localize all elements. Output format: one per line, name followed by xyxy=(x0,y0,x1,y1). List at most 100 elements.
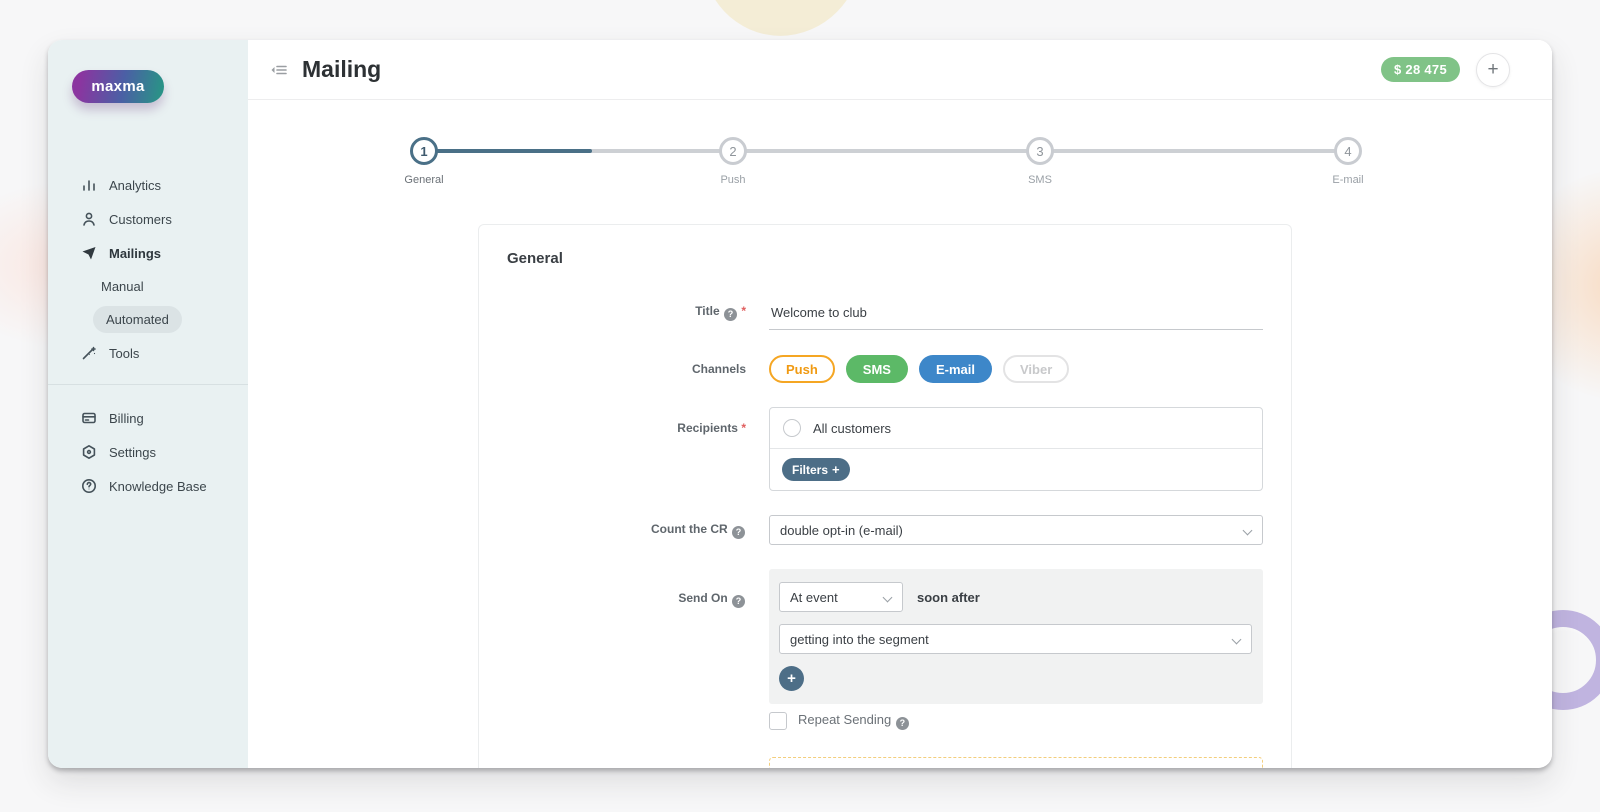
maxma-logo[interactable]: maxma xyxy=(72,70,164,103)
send-on-event-row: At event soon after xyxy=(779,582,1252,612)
sidebar-item-automated[interactable]: Automated xyxy=(48,302,248,336)
channel-sms[interactable]: SMS xyxy=(845,355,908,383)
sidebar-item-label: Manual xyxy=(101,278,144,294)
step-1-general[interactable]: 1 xyxy=(410,137,438,165)
title-control xyxy=(769,304,1263,330)
send-on-panel: At event soon after getting into the seg… xyxy=(769,569,1263,704)
help-icon[interactable] xyxy=(732,526,745,539)
paper-plane-icon xyxy=(80,245,97,262)
add-condition-button[interactable]: + xyxy=(779,666,804,691)
send-on-suffix: soon after xyxy=(917,589,980,605)
chevron-down-icon xyxy=(882,592,893,603)
repeat-row: Repeat Sending xyxy=(507,712,1263,730)
recipients-row: Recipients * All customers Filters + xyxy=(507,407,1263,491)
event-type-select[interactable]: At event xyxy=(779,582,903,612)
all-customers-radio[interactable] xyxy=(783,419,801,437)
sidebar-item-knowledge-base[interactable]: Knowledge Base xyxy=(48,469,248,503)
app-window: maxma Analytics Customers Mailings Manua… xyxy=(48,40,1552,768)
logo-text: maxma xyxy=(91,78,145,95)
main-area: Mailing $ 28 475 + 1 General 2 Push 3 SM… xyxy=(248,40,1552,768)
sidebar-item-label: Mailings xyxy=(109,245,162,261)
sidebar-item-analytics[interactable]: Analytics xyxy=(48,168,248,202)
repeat-sending-label: Repeat Sending xyxy=(798,712,910,730)
step-2-push[interactable]: 2 xyxy=(719,137,747,165)
sidebar-item-label: Knowledge Base xyxy=(109,478,207,494)
sidebar-divider xyxy=(48,384,248,385)
wizard-stepper: 1 General 2 Push 3 SMS 4 E-mail xyxy=(248,100,1552,200)
repeat-sending-checkbox[interactable] xyxy=(769,712,787,730)
content-area: 1 General 2 Push 3 SMS 4 E-mail General … xyxy=(248,100,1552,768)
channel-viber[interactable]: Viber xyxy=(1002,355,1070,383)
page-header: Mailing $ 28 475 + xyxy=(248,40,1552,100)
plus-icon: + xyxy=(832,462,840,477)
send-on-control: At event soon after getting into the seg… xyxy=(769,569,1263,704)
sidebar-item-label: Analytics xyxy=(109,177,162,193)
card-title: General xyxy=(507,250,563,267)
repeat-control: Repeat Sending xyxy=(769,712,1263,730)
sidebar-item-tools[interactable]: Tools xyxy=(48,336,248,370)
sidebar-nav: Analytics Customers Mailings Manual Auto… xyxy=(48,168,248,503)
sidebar-item-label: Automated xyxy=(93,305,182,333)
count-cr-label: Count the CR xyxy=(507,521,746,539)
help-icon[interactable] xyxy=(723,308,737,321)
sidebar-item-label: Billing xyxy=(109,410,144,426)
credit-card-icon xyxy=(80,410,97,427)
sidebar-item-label: Customers xyxy=(109,211,172,227)
step-1-label: General xyxy=(404,174,444,186)
required-marker: * xyxy=(741,421,746,435)
magic-wand-icon xyxy=(80,345,97,362)
recipients-box: All customers Filters + xyxy=(769,407,1263,491)
count-cr-control: double opt-in (e-mail) xyxy=(769,515,1263,545)
sidebar: maxma Analytics Customers Mailings Manua… xyxy=(48,40,248,768)
help-icon[interactable] xyxy=(732,595,745,608)
add-button[interactable]: + xyxy=(1476,52,1510,87)
count-cr-row: Count the CR double opt-in (e-mail) xyxy=(507,515,1263,545)
balance-badge[interactable]: $ 28 475 xyxy=(1380,57,1460,82)
filters-button[interactable]: Filters + xyxy=(782,458,850,481)
gear-icon xyxy=(80,444,97,461)
step-3-sms[interactable]: 3 xyxy=(1026,137,1054,165)
all-customers-label: All customers xyxy=(813,420,892,436)
general-form-card: General Title * Channels xyxy=(478,224,1292,768)
required-marker: * xyxy=(741,304,746,318)
step-4-email[interactable]: 4 xyxy=(1334,137,1362,165)
recipients-label: Recipients * xyxy=(677,421,746,435)
page-title: Mailing xyxy=(302,56,382,82)
header-actions: $ 28 475 + xyxy=(1380,52,1510,87)
channels-row: Channels Push SMS E-mail Viber xyxy=(507,355,1263,383)
chevron-down-icon xyxy=(1242,525,1253,536)
add-reward-button[interactable]: + Add New xyxy=(769,757,1263,768)
send-on-row: Send On At event soon after xyxy=(507,569,1263,704)
question-icon xyxy=(80,478,97,495)
sidebar-item-label: Tools xyxy=(109,345,140,361)
channel-push[interactable]: Push xyxy=(769,355,835,383)
title-label: Title * xyxy=(507,303,746,330)
sidebar-item-customers[interactable]: Customers xyxy=(48,202,248,236)
step-3-label: SMS xyxy=(1028,174,1052,186)
recipients-control: All customers Filters + xyxy=(769,407,1263,491)
sidebar-item-billing[interactable]: Billing xyxy=(48,401,248,435)
count-cr-select[interactable]: double opt-in (e-mail) xyxy=(769,515,1263,545)
person-icon xyxy=(80,211,97,228)
send-on-label: Send On xyxy=(507,569,746,704)
sidebar-item-label: Settings xyxy=(109,444,156,460)
title-row: Title * xyxy=(507,303,1263,330)
bar-chart-icon xyxy=(80,177,97,194)
step-4-label: E-mail xyxy=(1332,174,1364,186)
rewards-row: Rewards + Add New xyxy=(507,757,1263,768)
sidebar-collapse-icon[interactable] xyxy=(266,57,292,83)
segment-select[interactable]: getting into the segment xyxy=(779,624,1252,654)
rewards-control: + Add New xyxy=(769,757,1263,768)
sidebar-item-mailings[interactable]: Mailings xyxy=(48,236,248,270)
sidebar-item-settings[interactable]: Settings xyxy=(48,435,248,469)
sidebar-item-manual[interactable]: Manual xyxy=(48,270,248,302)
title-input[interactable] xyxy=(769,305,1263,330)
help-icon[interactable] xyxy=(895,717,909,730)
all-customers-option: All customers xyxy=(770,408,1262,448)
repeat-label-spacer xyxy=(507,712,746,730)
rewards-label: Rewards xyxy=(507,757,746,768)
step-2-label: Push xyxy=(720,174,746,186)
channel-email[interactable]: E-mail xyxy=(918,355,992,383)
stepper-progress xyxy=(424,149,592,153)
chevron-down-icon xyxy=(1231,634,1242,645)
